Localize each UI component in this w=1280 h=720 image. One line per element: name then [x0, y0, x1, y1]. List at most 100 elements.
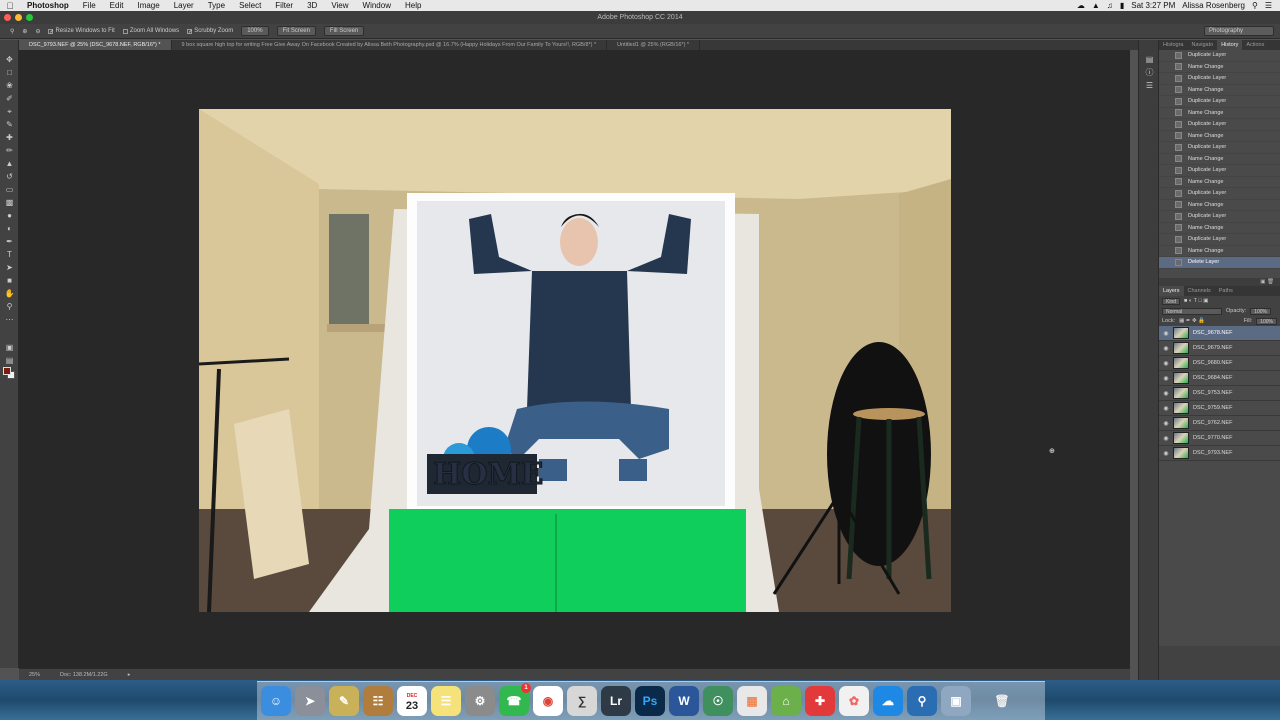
- shape-tool-icon[interactable]: ■: [4, 275, 15, 286]
- network-globe-icon[interactable]: ☉: [703, 686, 733, 716]
- menu-layer[interactable]: Layer: [167, 0, 201, 11]
- properties-panel-icon[interactable]: ☰: [1144, 80, 1155, 91]
- layer-row[interactable]: ◉ DSC_9680.NEF: [1159, 356, 1280, 371]
- menu-edit[interactable]: Edit: [103, 0, 131, 11]
- system-preferences-icon[interactable]: ⚙: [465, 686, 495, 716]
- layer-row[interactable]: ◉ DSC_9759.NEF: [1159, 401, 1280, 416]
- preview-icon[interactable]: ✎: [329, 686, 359, 716]
- menu-select[interactable]: Select: [232, 0, 268, 11]
- history-item[interactable]: Name Change: [1159, 62, 1280, 73]
- layer-row[interactable]: ◉ DSC_9684.NEF: [1159, 371, 1280, 386]
- opacity-input[interactable]: 100%: [1250, 307, 1271, 315]
- history-item[interactable]: Duplicate Layer: [1159, 188, 1280, 200]
- history-item[interactable]: Name Change: [1159, 108, 1280, 119]
- notification-center-icon[interactable]: ☰: [1265, 1, 1272, 10]
- eye-icon[interactable]: ◉: [1159, 390, 1173, 397]
- edit-toolbar-icon[interactable]: ⋯: [4, 314, 15, 325]
- layer-row[interactable]: ◉ DSC_9678.NEF: [1159, 326, 1280, 341]
- blur-tool-icon[interactable]: ●: [4, 210, 15, 221]
- trash-icon[interactable]: 🗑: [987, 686, 1017, 716]
- hand-tool-icon[interactable]: ✋: [4, 288, 15, 299]
- eye-icon[interactable]: ◉: [1159, 435, 1173, 442]
- new-snapshot-icon[interactable]: ▣: [1260, 279, 1265, 285]
- move-tool-icon[interactable]: ✥: [4, 54, 15, 65]
- history-item[interactable]: Name Change: [1159, 85, 1280, 96]
- eyedropper-tool-icon[interactable]: ✎: [4, 119, 15, 130]
- tab-actions[interactable]: Actions: [1242, 40, 1268, 50]
- document-photo[interactable]: HOME: [199, 109, 951, 612]
- history-item[interactable]: Name Change: [1159, 200, 1280, 211]
- battery-icon[interactable]: ▮: [1120, 1, 1124, 10]
- canvas-area[interactable]: HOME ⊕: [19, 50, 1130, 668]
- history-item[interactable]: Name Change: [1159, 154, 1280, 165]
- volume-icon[interactable]: ♫: [1107, 1, 1113, 10]
- screen-mode-icon[interactable]: ▤: [4, 355, 15, 366]
- tab-navigator[interactable]: Navigato: [1187, 40, 1217, 50]
- fill-input[interactable]: 100%: [1256, 317, 1277, 325]
- fill-screen-button[interactable]: Fill Screen: [323, 26, 365, 36]
- menu-window[interactable]: Window: [356, 0, 398, 11]
- marquee-tool-icon[interactable]: □: [4, 67, 15, 78]
- fit-screen-button[interactable]: Fit Screen: [276, 26, 316, 36]
- eye-icon[interactable]: ◉: [1159, 405, 1173, 412]
- history-item[interactable]: Duplicate Layer: [1159, 234, 1280, 246]
- scrubby-zoom-checkbox[interactable]: ✓ Scrubby Zoom: [187, 28, 233, 34]
- gradient-tool-icon[interactable]: ▩: [4, 197, 15, 208]
- type-tool-icon[interactable]: T: [4, 249, 15, 260]
- path-selection-tool-icon[interactable]: ➤: [4, 262, 15, 273]
- eraser-tool-icon[interactable]: ▭: [4, 184, 15, 195]
- lightroom-icon[interactable]: Lr: [601, 686, 631, 716]
- menu-clock[interactable]: Sat 3:27 PM: [1131, 1, 1175, 10]
- info-panel-icon[interactable]: ⓘ: [1144, 67, 1155, 78]
- menu-image[interactable]: Image: [130, 0, 166, 11]
- launchpad-icon[interactable]: ➤: [295, 686, 325, 716]
- tab-9-box-square[interactable]: 9 box square high top for writing Free G…: [172, 40, 608, 50]
- layer-row[interactable]: ◉ DSC_9762.NEF: [1159, 416, 1280, 431]
- menu-view[interactable]: View: [324, 0, 355, 11]
- eye-icon[interactable]: ◉: [1159, 420, 1173, 427]
- zoom-100-button[interactable]: 100%: [241, 26, 269, 36]
- history-item[interactable]: Duplicate Layer: [1159, 165, 1280, 177]
- history-item[interactable]: Duplicate Layer: [1159, 119, 1280, 131]
- menu-type[interactable]: Type: [201, 0, 232, 11]
- menu-filter[interactable]: Filter: [268, 0, 300, 11]
- eye-icon[interactable]: ◉: [1159, 360, 1173, 367]
- wifi-icon[interactable]: ▲: [1092, 1, 1100, 10]
- history-item[interactable]: Name Change: [1159, 131, 1280, 142]
- zoom-window-button[interactable]: [26, 14, 33, 21]
- zoom-out-icon[interactable]: ⊖: [35, 28, 40, 35]
- histogram-panel-icon[interactable]: ▤: [1144, 54, 1155, 65]
- app-grid-icon[interactable]: ▦: [737, 686, 767, 716]
- calculator-icon[interactable]: ∑: [567, 686, 597, 716]
- zoom-tool-icon[interactable]: ⚲: [10, 28, 14, 35]
- compass-icon[interactable]: ✚: [805, 686, 835, 716]
- quick-select-tool-icon[interactable]: ✐: [4, 93, 15, 104]
- tab-paths[interactable]: Paths: [1215, 286, 1237, 296]
- quick-mask-icon[interactable]: ▣: [4, 342, 15, 353]
- kind-filter-select[interactable]: Kind: [1162, 297, 1181, 305]
- photos-icon[interactable]: ✿: [839, 686, 869, 716]
- history-brush-tool-icon[interactable]: ↺: [4, 171, 15, 182]
- zoom-in-icon[interactable]: ⊕: [22, 28, 27, 35]
- history-item[interactable]: Duplicate Layer: [1159, 142, 1280, 154]
- lock-icons[interactable]: ▦ ✒ ✥ 🔒: [1179, 318, 1205, 324]
- quicktime-icon[interactable]: ⚲: [907, 686, 937, 716]
- lasso-tool-icon[interactable]: ❀: [4, 80, 15, 91]
- menu-user[interactable]: Alissa Rosenberg: [1182, 1, 1245, 10]
- spotlight-icon[interactable]: ⚲: [1252, 1, 1258, 10]
- menu-help[interactable]: Help: [398, 0, 428, 11]
- filter-icons[interactable]: ■ ◐ T □ ▣: [1184, 298, 1208, 304]
- contacts-icon[interactable]: ☷: [363, 686, 393, 716]
- eye-icon[interactable]: ◉: [1159, 330, 1173, 337]
- word-icon[interactable]: W: [669, 686, 699, 716]
- pen-tool-icon[interactable]: ✒: [4, 236, 15, 247]
- resize-windows-checkbox[interactable]: ✓ Resize Windows to Fit: [48, 28, 115, 34]
- history-item[interactable]: Name Change: [1159, 177, 1280, 188]
- history-item[interactable]: Duplicate Layer: [1159, 73, 1280, 85]
- clone-stamp-tool-icon[interactable]: ▲: [4, 158, 15, 169]
- tab-layers[interactable]: Layers: [1159, 286, 1184, 296]
- history-item[interactable]: Duplicate Layer: [1159, 96, 1280, 108]
- brush-tool-icon[interactable]: ✏: [4, 145, 15, 156]
- zoom-level[interactable]: 25%: [29, 672, 40, 678]
- apple-menu-icon[interactable]: : [0, 1, 20, 11]
